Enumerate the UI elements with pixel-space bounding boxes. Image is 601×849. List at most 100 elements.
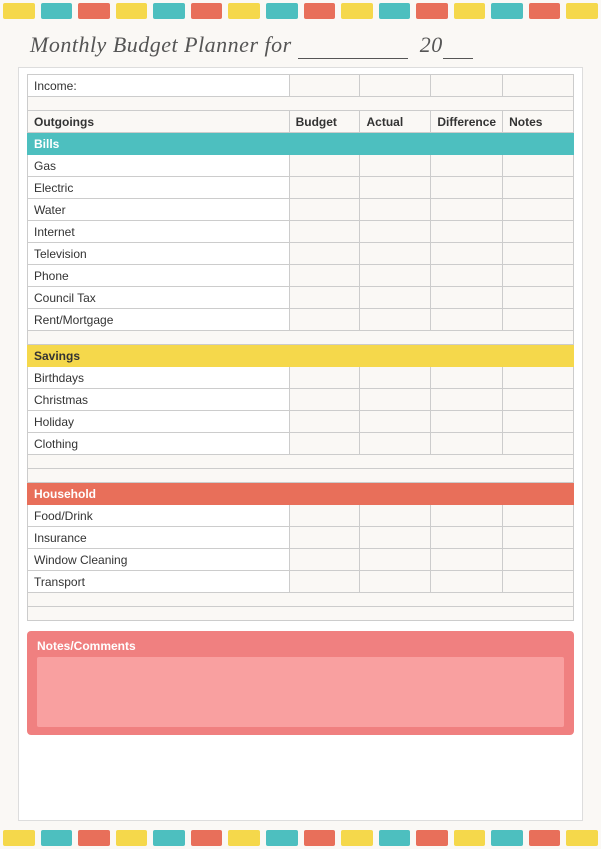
item-christmas: Christmas	[28, 389, 290, 411]
table-row: Holiday	[28, 411, 574, 433]
col-outgoings-header: Outgoings	[28, 111, 290, 133]
income-row: Income:	[28, 75, 574, 97]
table-row: Window Cleaning	[28, 549, 574, 571]
spacer-row	[28, 607, 574, 621]
deco-seg	[3, 830, 35, 846]
deco-seg	[304, 830, 336, 846]
page-title: Monthly Budget Planner for 20	[30, 32, 473, 57]
deco-seg	[266, 830, 298, 846]
title-blank-name	[298, 32, 408, 59]
page: Monthly Budget Planner for 20 Income:	[0, 0, 601, 849]
spacer-row	[28, 593, 574, 607]
item-food-drink: Food/Drink	[28, 505, 290, 527]
deco-seg	[454, 3, 486, 19]
deco-seg	[416, 830, 448, 846]
item-water: Water	[28, 199, 290, 221]
spacer-row	[28, 469, 574, 483]
item-phone: Phone	[28, 265, 290, 287]
spacer-row	[28, 331, 574, 345]
deco-seg	[228, 830, 260, 846]
table-row: Rent/Mortgage	[28, 309, 574, 331]
item-television: Television	[28, 243, 290, 265]
deco-seg	[41, 830, 73, 846]
notes-content-area[interactable]	[37, 657, 564, 727]
table-row: Gas	[28, 155, 574, 177]
income-label: Income:	[28, 75, 290, 97]
item-clothing: Clothing	[28, 433, 290, 455]
table-row: Water	[28, 199, 574, 221]
table-row: Electric	[28, 177, 574, 199]
deco-seg	[3, 3, 35, 19]
deco-seg	[78, 3, 110, 19]
item-insurance: Insurance	[28, 527, 290, 549]
deco-seg	[41, 3, 73, 19]
deco-seg	[228, 3, 260, 19]
item-council-tax: Council Tax	[28, 287, 290, 309]
deco-seg	[454, 830, 486, 846]
table-row: Phone	[28, 265, 574, 287]
notes-label: Notes/Comments	[37, 639, 564, 653]
notes-box: Notes/Comments	[27, 631, 574, 735]
deco-seg	[191, 3, 223, 19]
income-diff	[431, 75, 503, 97]
table-row: Transport	[28, 571, 574, 593]
col-difference-header: Difference	[431, 111, 503, 133]
table-row: Clothing	[28, 433, 574, 455]
deco-seg	[491, 3, 523, 19]
income-actual	[360, 75, 431, 97]
bottom-deco-bar	[0, 827, 601, 849]
deco-seg	[153, 830, 185, 846]
item-internet: Internet	[28, 221, 290, 243]
deco-seg	[191, 830, 223, 846]
deco-seg	[341, 3, 373, 19]
col-actual-header: Actual	[360, 111, 431, 133]
item-window-cleaning: Window Cleaning	[28, 549, 290, 571]
deco-seg	[491, 830, 523, 846]
household-category-row: Household	[28, 483, 574, 505]
deco-seg	[416, 3, 448, 19]
col-notes-header: Notes	[503, 111, 574, 133]
deco-seg	[529, 3, 561, 19]
item-birthdays: Birthdays	[28, 367, 290, 389]
col-budget-header: Budget	[289, 111, 360, 133]
item-electric: Electric	[28, 177, 290, 199]
title-area: Monthly Budget Planner for 20	[0, 22, 601, 67]
item-holiday: Holiday	[28, 411, 290, 433]
table-row: Food/Drink	[28, 505, 574, 527]
income-budget	[289, 75, 360, 97]
deco-seg	[379, 830, 411, 846]
deco-seg	[78, 830, 110, 846]
deco-seg	[566, 3, 598, 19]
table-header-row: Outgoings Budget Actual Difference Notes	[28, 111, 574, 133]
deco-seg	[116, 3, 148, 19]
budget-table: Income: Outgoings Budget Actual Differen…	[27, 74, 574, 621]
item-transport: Transport	[28, 571, 290, 593]
deco-seg	[529, 830, 561, 846]
table-row: Christmas	[28, 389, 574, 411]
table-row: Birthdays	[28, 367, 574, 389]
table-row: Insurance	[28, 527, 574, 549]
deco-seg	[566, 830, 598, 846]
household-category-label: Household	[28, 483, 574, 505]
deco-seg	[153, 3, 185, 19]
table-row: Television	[28, 243, 574, 265]
deco-seg	[304, 3, 336, 19]
top-deco-bar	[0, 0, 601, 22]
bills-category-row: Bills	[28, 133, 574, 155]
table-row: Internet	[28, 221, 574, 243]
spacer-row	[28, 455, 574, 469]
savings-category-row: Savings	[28, 345, 574, 367]
spacer-row	[28, 97, 574, 111]
deco-seg	[266, 3, 298, 19]
savings-category-label: Savings	[28, 345, 574, 367]
deco-seg	[341, 830, 373, 846]
notes-section: Notes/Comments	[27, 631, 574, 735]
title-blank-year	[443, 32, 473, 59]
item-rent-mortgage: Rent/Mortgage	[28, 309, 290, 331]
item-gas: Gas	[28, 155, 290, 177]
deco-seg	[379, 3, 411, 19]
deco-seg	[116, 830, 148, 846]
main-content: Income: Outgoings Budget Actual Differen…	[18, 67, 583, 821]
table-row: Council Tax	[28, 287, 574, 309]
income-notes	[503, 75, 574, 97]
